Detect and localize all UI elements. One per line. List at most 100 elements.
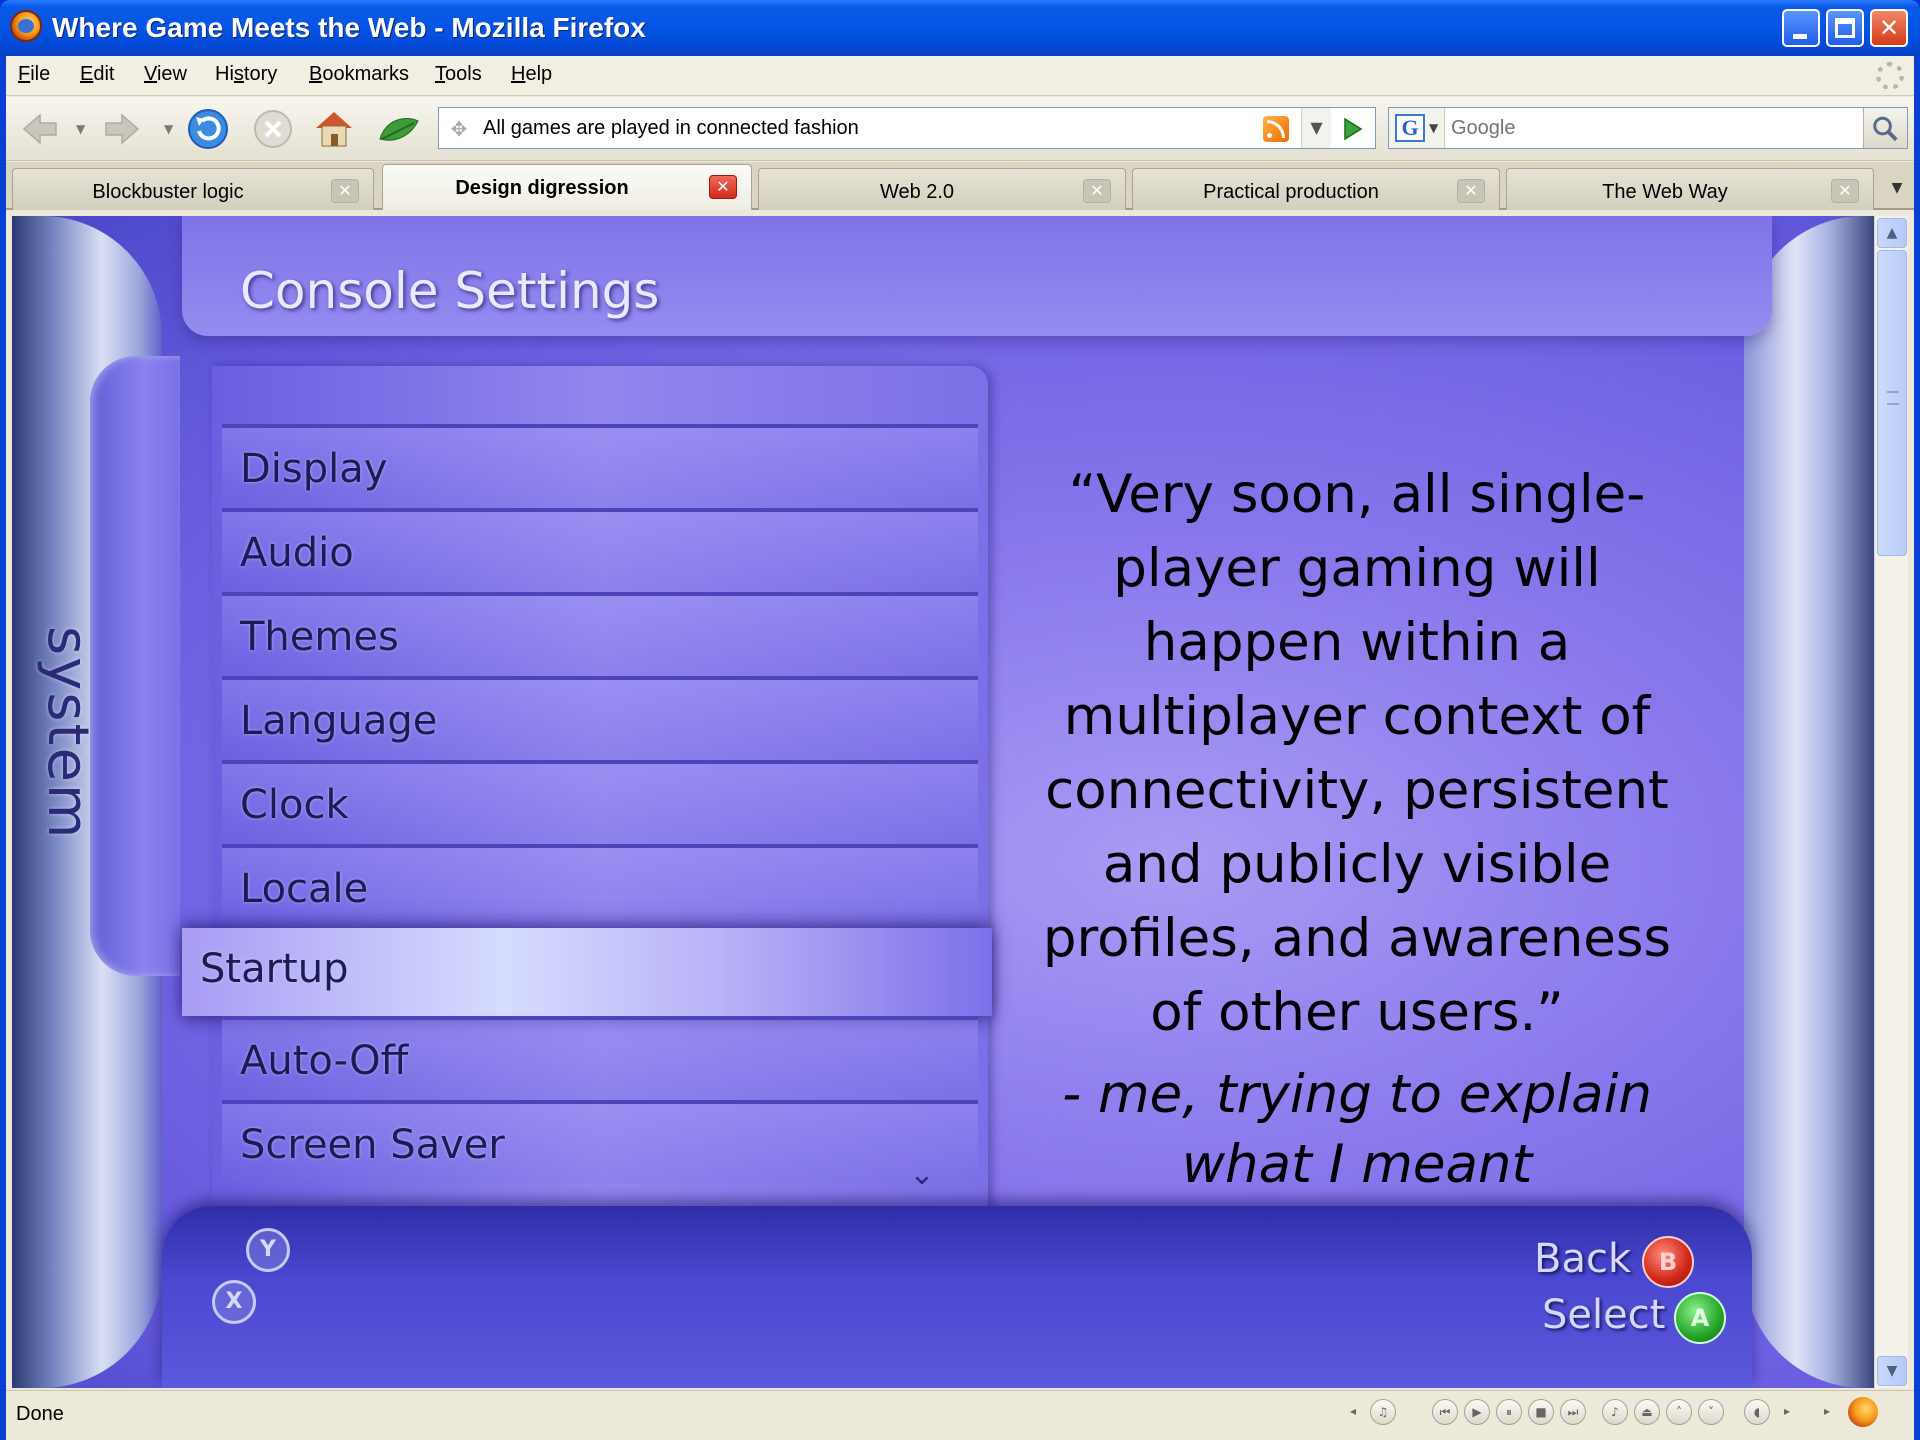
- volume-up-icon[interactable]: ˄: [1666, 1399, 1692, 1425]
- back-button[interactable]: [20, 109, 60, 149]
- menu-view-label: iew: [156, 63, 187, 85]
- engine-dropdown-icon: ▼: [1429, 121, 1439, 135]
- tab-blockbuster-logic[interactable]: Blockbuster logic ✕: [12, 168, 374, 210]
- menu-item-label: Clock: [240, 782, 349, 828]
- scroll-up-button[interactable]: ▲: [1877, 218, 1907, 248]
- tab-close-icon[interactable]: ✕: [1831, 179, 1859, 203]
- menu-item-startup: Startup: [182, 928, 992, 1016]
- tab-web-2[interactable]: Web 2.0 ✕: [758, 168, 1126, 210]
- volume-down-icon[interactable]: ˅: [1698, 1399, 1724, 1425]
- menu-item-label: Audio: [240, 530, 354, 576]
- expand-arrow-icon[interactable]: ▸: [1814, 1399, 1840, 1425]
- menu-item-label: Screen Saver: [240, 1122, 505, 1168]
- system-label: system: [35, 626, 100, 841]
- scrollbar-thumb[interactable]: [1877, 250, 1907, 556]
- menu-file-label: ile: [30, 63, 51, 85]
- menu-view-accel: V: [144, 63, 157, 85]
- menu-edit[interactable]: Edit: [80, 63, 114, 86]
- next-track-icon[interactable]: ⏭: [1560, 1399, 1586, 1425]
- tab-list-dropdown[interactable]: ▼: [1882, 168, 1912, 208]
- menu-tools-label: ools: [445, 63, 482, 85]
- tab-close-icon[interactable]: ✕: [709, 175, 737, 199]
- menu-bookmarks-accel: B: [309, 63, 323, 85]
- controller-hint-bar: [162, 1206, 1752, 1388]
- search-input[interactable]: [1451, 117, 1831, 140]
- quote-line: connectivity, persistent: [1045, 760, 1669, 821]
- a-button-icon: A: [1674, 1292, 1726, 1344]
- url-input[interactable]: All games are played in connected fashio…: [483, 117, 859, 140]
- pause-icon[interactable]: ⏸: [1496, 1399, 1522, 1425]
- menu-help-accel: H: [511, 63, 526, 85]
- vertical-scrollbar[interactable]: ▲ ▼: [1874, 216, 1908, 1388]
- tab-label: Design digression: [455, 177, 629, 199]
- menu-item-locale: Locale: [222, 844, 978, 928]
- maximize-icon: [1835, 18, 1855, 38]
- previous-track-icon[interactable]: ⏮: [1432, 1399, 1458, 1425]
- search-bar[interactable]: G ▼: [1388, 107, 1908, 149]
- next-arrow-icon[interactable]: ▸: [1774, 1399, 1800, 1425]
- firefox-status-icon[interactable]: [1848, 1397, 1878, 1427]
- back-hint-label: Back: [1534, 1236, 1632, 1282]
- menu-view[interactable]: View: [144, 63, 187, 86]
- select-hint-label: Select: [1542, 1292, 1666, 1338]
- menu-file[interactable]: File: [18, 63, 50, 86]
- play-icon[interactable]: ▶: [1464, 1399, 1490, 1425]
- back-history-dropdown[interactable]: ▼: [76, 109, 88, 149]
- quote-line: of other users.”: [1150, 982, 1564, 1043]
- forward-button[interactable]: [102, 109, 142, 149]
- search-engine-selector[interactable]: G ▼: [1389, 108, 1445, 148]
- menu-help[interactable]: Help: [511, 63, 552, 86]
- system-blade-tab: [90, 356, 180, 976]
- url-history-dropdown[interactable]: ▼: [1301, 108, 1331, 148]
- quote-line: player gaming will: [1113, 538, 1601, 599]
- status-text: Done: [16, 1403, 64, 1425]
- menu-item-screen-saver: Screen Saver: [222, 1100, 978, 1184]
- maximize-button[interactable]: [1826, 9, 1864, 47]
- go-button[interactable]: [1337, 114, 1367, 144]
- tab-the-web-way[interactable]: The Web Way ✕: [1506, 168, 1874, 210]
- stop-icon[interactable]: ■: [1528, 1399, 1554, 1425]
- quote-line: and publicly visible: [1102, 834, 1612, 895]
- eject-icon[interactable]: ⏏: [1634, 1399, 1660, 1425]
- scroll-down-button[interactable]: ▼: [1877, 1356, 1907, 1386]
- stop-button[interactable]: [252, 108, 294, 150]
- attribution-line: what I meant: [1181, 1134, 1533, 1195]
- media-controls: ◂ ♫ ⏮ ▶ ⏸ ■ ⏭ ♪ ⏏ ˄ ˅ ◖ ▸ ▸: [1340, 1397, 1900, 1427]
- forward-history-dropdown[interactable]: ▼: [164, 109, 176, 149]
- menu-tools[interactable]: Tools: [435, 63, 482, 86]
- menu-bookmarks[interactable]: Bookmarks: [309, 63, 409, 86]
- menu-history[interactable]: History: [215, 63, 277, 86]
- home-button[interactable]: [312, 106, 356, 150]
- close-button[interactable]: ✕: [1870, 9, 1908, 47]
- x-button-icon: X: [212, 1280, 256, 1324]
- minimize-icon: [1793, 34, 1807, 39]
- attribution-line: - me, trying to explain: [1062, 1064, 1652, 1125]
- status-bar: Done ◂ ♫ ⏮ ▶ ⏸ ■ ⏭ ♪ ⏏ ˄ ˅ ◖ ▸ ▸: [6, 1390, 1914, 1434]
- tab-design-digression[interactable]: Design digression ✕: [382, 164, 752, 210]
- menu-file-accel: F: [18, 63, 31, 85]
- rss-feed-icon[interactable]: [1263, 116, 1289, 142]
- prev-arrow-icon[interactable]: ◂: [1340, 1399, 1366, 1425]
- throbber-icon: [1876, 62, 1904, 90]
- quote-attribution: - me, trying to explain what I meant: [992, 1060, 1722, 1200]
- note-icon[interactable]: ♪: [1602, 1399, 1628, 1425]
- menu-history-accel: s: [233, 63, 244, 85]
- menu-item-auto-off: Auto-Off: [222, 1016, 978, 1100]
- title-bar[interactable]: Where Game Meets the Web - Mozilla Firef…: [0, 0, 1920, 56]
- tab-close-icon[interactable]: ✕: [331, 179, 359, 203]
- menu-item-label: Display: [240, 446, 388, 492]
- reload-button[interactable]: [186, 107, 230, 151]
- leaf-icon[interactable]: [376, 109, 422, 149]
- tab-close-icon[interactable]: ✕: [1457, 179, 1485, 203]
- tab-close-icon[interactable]: ✕: [1083, 179, 1111, 203]
- google-icon: G: [1395, 114, 1425, 142]
- search-button[interactable]: [1863, 108, 1907, 148]
- music-note-icon[interactable]: ♫: [1370, 1399, 1396, 1425]
- url-bar[interactable]: ✥ All games are played in connected fash…: [438, 107, 1376, 149]
- tab-practical-production[interactable]: Practical production ✕: [1132, 168, 1500, 210]
- menu-item-label: Locale: [240, 866, 369, 912]
- minimize-button[interactable]: [1782, 9, 1820, 47]
- speaker-icon[interactable]: ◖: [1744, 1399, 1770, 1425]
- menu-history-pre: Hi: [215, 63, 234, 85]
- menu-bookmarks-label: ookmarks: [322, 63, 410, 85]
